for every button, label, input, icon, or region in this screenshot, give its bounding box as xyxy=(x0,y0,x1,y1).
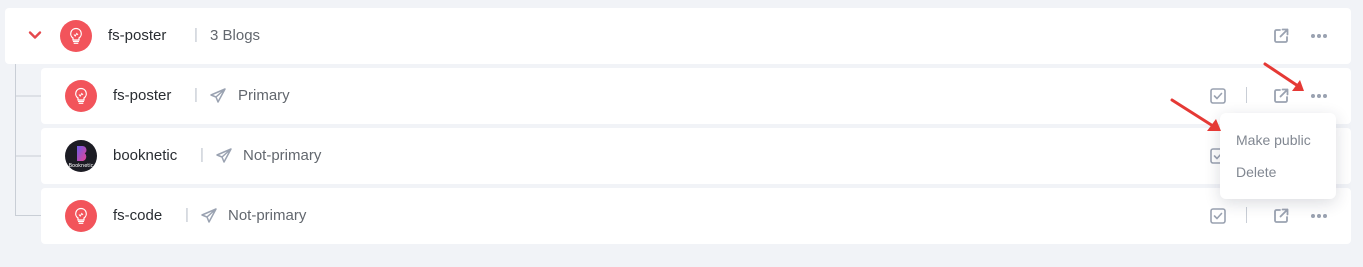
blog-row[interactable]: fs-poster | Primary xyxy=(41,68,1351,124)
blog-status: Not-primary xyxy=(243,147,322,164)
open-external-icon[interactable] xyxy=(1272,207,1290,225)
more-options-icon[interactable] xyxy=(1309,87,1329,105)
booknetic-logo-text: Booknetic xyxy=(69,163,94,169)
make-public-menu-item[interactable]: Make public xyxy=(1236,132,1311,148)
blog-name: fs-code xyxy=(113,207,163,224)
separator: | xyxy=(200,146,204,163)
bulb-logo-icon xyxy=(65,200,97,232)
annotation-arrow-icon xyxy=(1170,98,1221,131)
divider xyxy=(1246,207,1247,223)
more-options-icon[interactable] xyxy=(1309,27,1329,45)
blog-row[interactable]: Booknetic booknetic | Not-primary xyxy=(41,128,1351,184)
parent-account-row[interactable]: fs-poster | 3 Blogs xyxy=(5,8,1351,64)
blog-name: fs-poster xyxy=(113,87,172,104)
separator: | xyxy=(194,86,198,103)
open-external-icon[interactable] xyxy=(1272,27,1290,45)
divider xyxy=(1246,87,1247,103)
annotation-arrow-icon xyxy=(1263,62,1304,91)
separator: | xyxy=(185,206,189,223)
bulb-logo-icon xyxy=(60,20,92,52)
booknetic-logo-icon: Booknetic xyxy=(65,140,97,172)
bulb-logo-icon xyxy=(65,80,97,112)
blog-row[interactable]: fs-code | Not-primary xyxy=(41,188,1351,244)
paper-plane-icon xyxy=(200,207,218,225)
blog-status: Primary xyxy=(238,87,290,104)
checkbox-icon[interactable] xyxy=(1209,207,1227,225)
more-options-icon[interactable] xyxy=(1309,207,1329,225)
paper-plane-icon xyxy=(215,147,233,165)
parent-account-name: fs-poster xyxy=(108,27,167,44)
more-options-dropdown: Make public Delete xyxy=(1220,113,1336,199)
paper-plane-icon xyxy=(209,87,227,105)
delete-menu-item[interactable]: Delete xyxy=(1236,164,1276,180)
blog-status: Not-primary xyxy=(228,207,307,224)
tree-connector xyxy=(15,64,41,216)
separator: | xyxy=(194,26,198,43)
blog-count: 3 Blogs xyxy=(210,27,261,44)
blog-name: booknetic xyxy=(113,147,178,164)
chevron-down-icon[interactable] xyxy=(27,27,43,43)
